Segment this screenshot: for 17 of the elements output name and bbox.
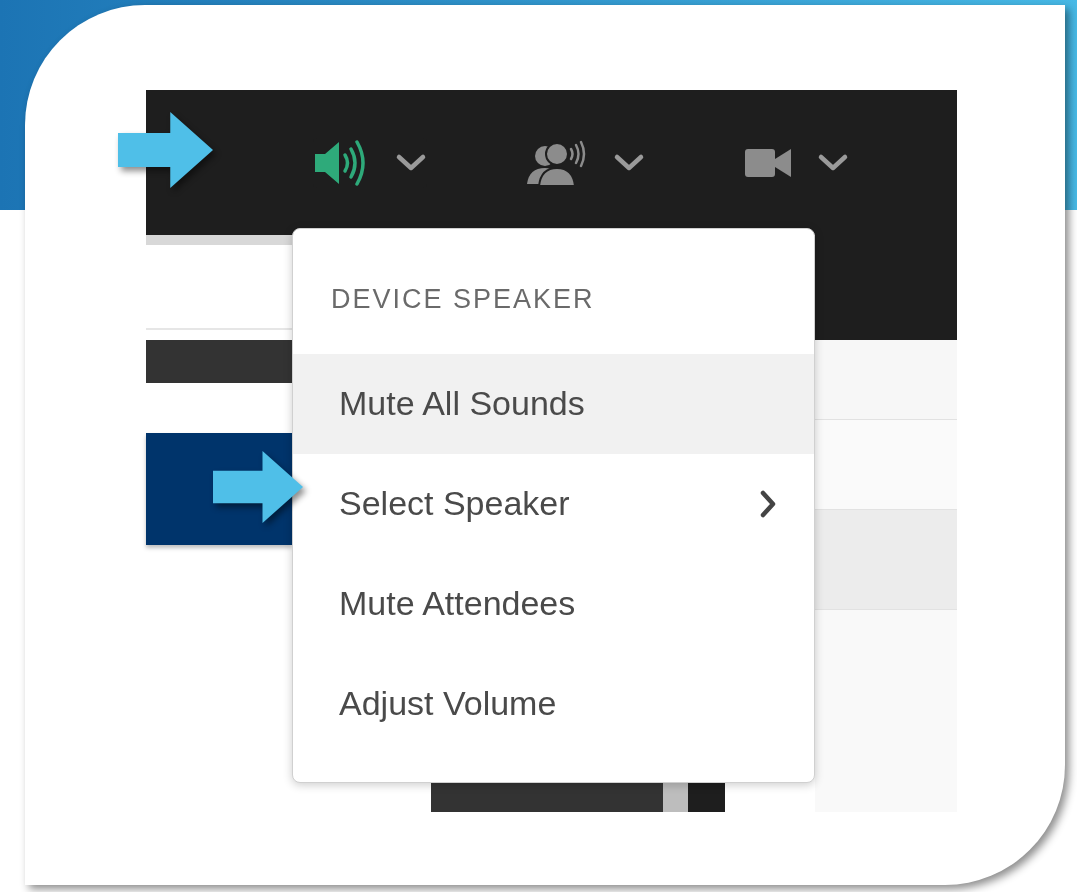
menu-item-label: Select Speaker bbox=[339, 483, 570, 524]
people-talking-icon bbox=[527, 139, 587, 186]
camera-menu-button[interactable] bbox=[745, 146, 849, 179]
menu-item-label: Adjust Volume bbox=[339, 683, 557, 724]
chevron-down-icon bbox=[613, 152, 645, 173]
chevron-down-icon bbox=[395, 152, 427, 173]
menu-item-label: Mute Attendees bbox=[339, 583, 576, 624]
chevron-right-icon bbox=[758, 488, 778, 519]
video-camera-icon bbox=[745, 146, 791, 179]
menu-heading: DEVICE SPEAKER bbox=[331, 283, 595, 316]
menu-item[interactable]: Select Speaker bbox=[293, 453, 814, 554]
menu-item-label: Mute All Sounds bbox=[339, 383, 585, 424]
menu-item[interactable]: Mute Attendees bbox=[293, 553, 814, 654]
menu-item[interactable]: Mute All Sounds bbox=[293, 353, 814, 454]
menu-item[interactable]: Adjust Volume bbox=[293, 653, 814, 754]
participants-menu-button[interactable] bbox=[527, 139, 645, 186]
chevron-down-icon bbox=[817, 152, 849, 173]
